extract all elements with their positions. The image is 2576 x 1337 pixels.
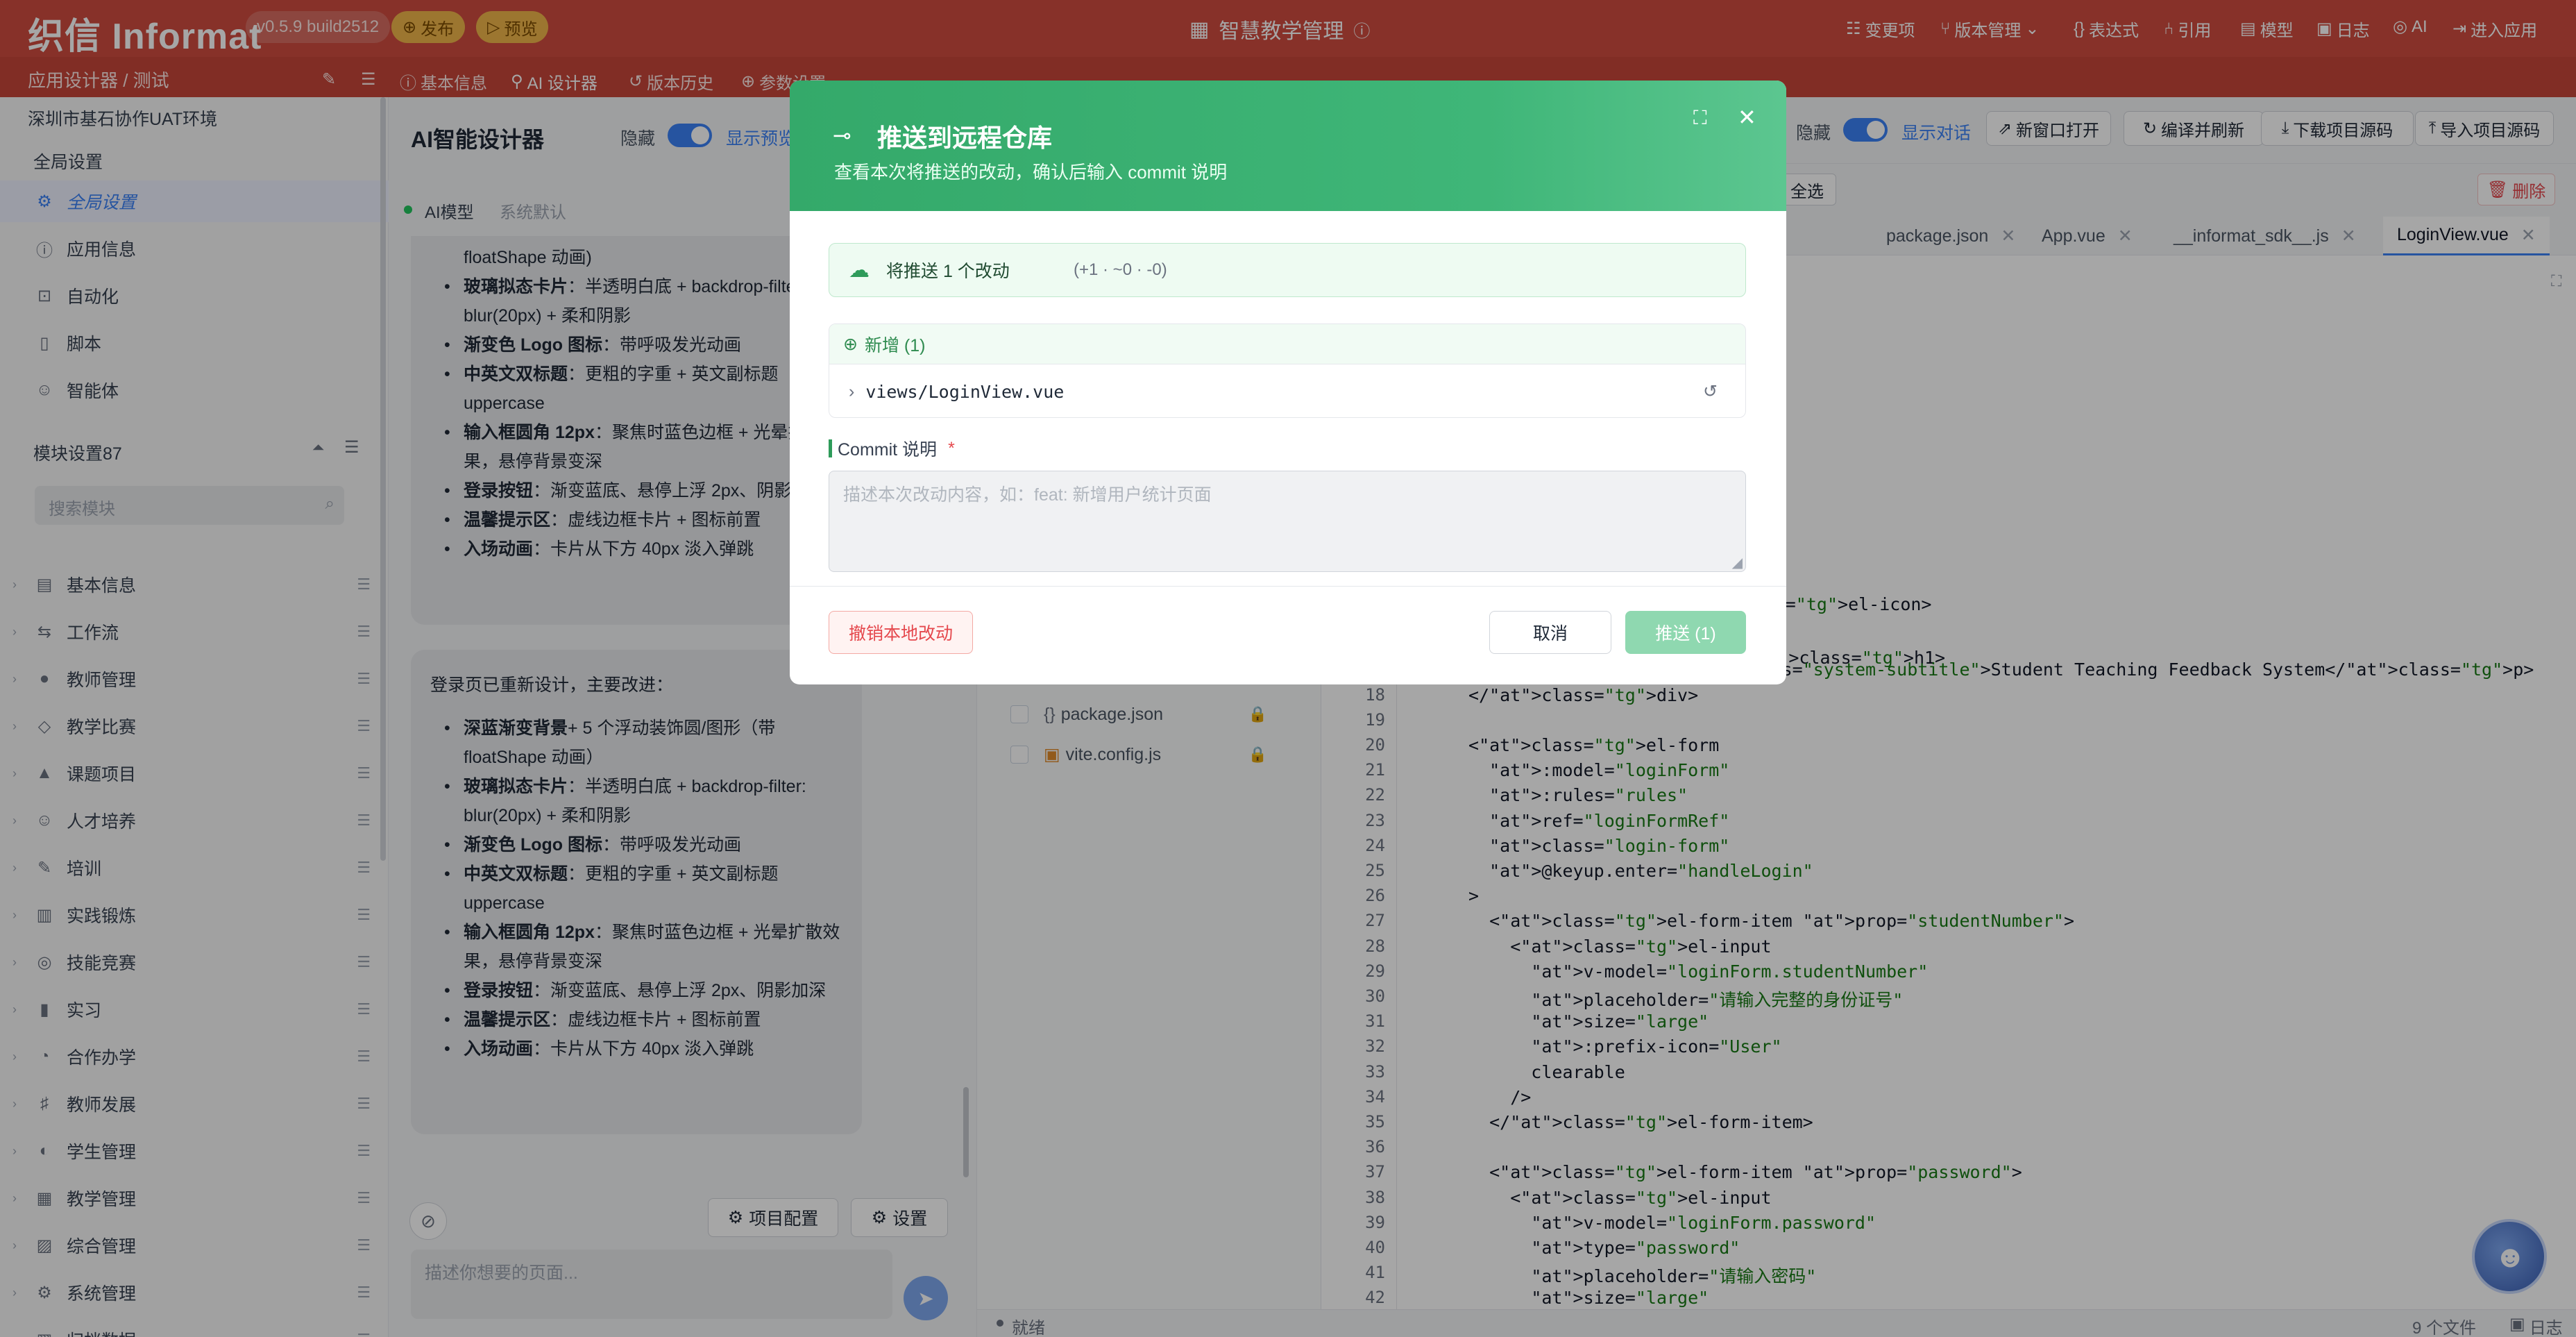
commit-icon: ⊸ bbox=[833, 123, 851, 148]
push-button[interactable]: 推送 (1) bbox=[1625, 611, 1746, 654]
chevron-right-icon: › bbox=[849, 381, 855, 401]
modal-title: 推送到远程仓库 bbox=[877, 124, 1053, 152]
added-header: ⊕ 新增 (1) bbox=[829, 324, 1745, 364]
cancel-button[interactable]: 取消 bbox=[1489, 611, 1611, 654]
commit-message-input[interactable]: 描述本次改动内容，如：feat: 新增用户统计页面 ◢ bbox=[829, 471, 1746, 572]
plus-circle-icon: ⊕ bbox=[843, 334, 858, 354]
added-section: ⊕ 新增 (1) › views/LoginView.vue ↺ bbox=[829, 323, 1746, 418]
modal-divider bbox=[790, 586, 1786, 587]
commit-label: Commit 说明 * bbox=[829, 436, 955, 461]
close-icon[interactable]: ✕ bbox=[1738, 104, 1756, 131]
push-modal: ⊸ 推送到远程仓库 查看本次将推送的改动，确认后输入 commit 说明 ⛶ ✕… bbox=[790, 81, 1786, 684]
modal-subtitle: 查看本次将推送的改动，确认后输入 commit 说明 bbox=[834, 162, 1228, 183]
fullscreen-icon[interactable]: ⛶ bbox=[1693, 107, 1707, 130]
revert-button[interactable]: 撤销本地改动 bbox=[829, 611, 973, 654]
resize-handle-icon[interactable]: ◢ bbox=[1732, 554, 1743, 571]
changed-file-row[interactable]: › views/LoginView.vue ↺ bbox=[829, 364, 1745, 417]
undo-icon[interactable]: ↺ bbox=[1703, 381, 1718, 402]
modal-header: ⊸ 推送到远程仓库 查看本次将推送的改动，确认后输入 commit 说明 ⛶ ✕ bbox=[790, 81, 1786, 211]
cloud-upload-icon: ☁ bbox=[849, 258, 870, 282]
push-summary: ☁ 将推送 1 个改动 (+1 · ~0 · -0) bbox=[829, 243, 1746, 297]
